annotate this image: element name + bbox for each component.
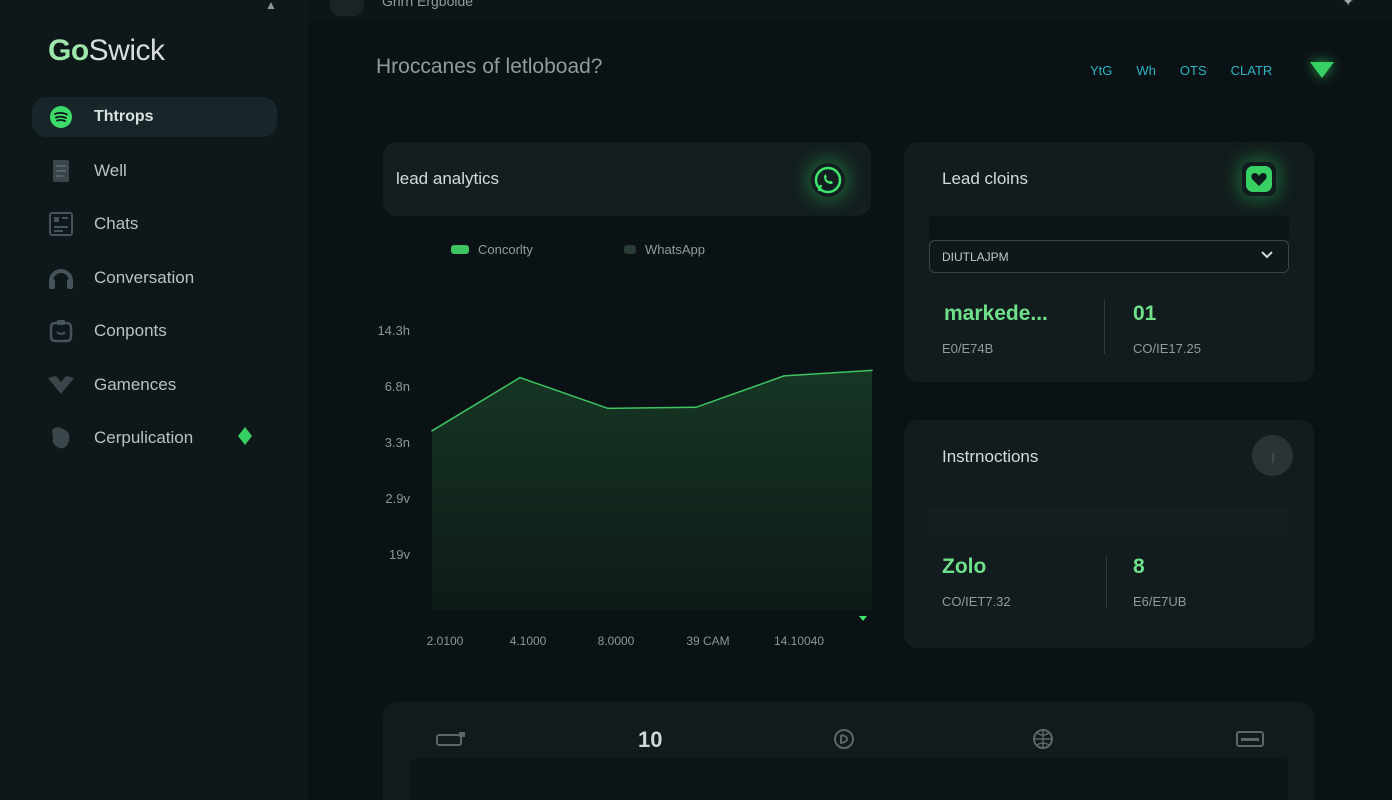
sidebar-item-cerpulication[interactable]: Cerpulication <box>32 418 277 458</box>
data-point[interactable] <box>519 376 521 379</box>
grid-chat-icon <box>46 209 76 239</box>
filter-ytg[interactable]: YtG <box>1090 63 1112 78</box>
bottom-toolbar-panel <box>383 702 1314 800</box>
series-area <box>432 370 872 610</box>
heart-badge-icon[interactable] <box>1242 162 1276 196</box>
sidebar-item-conversation[interactable]: Conversation <box>32 258 277 298</box>
legend-label: Concorlty <box>478 242 533 257</box>
sidebar-item-gamences[interactable]: Gamences <box>32 365 277 405</box>
instructions-bar <box>929 508 1289 536</box>
sidebar-item-label: Cerpulication <box>94 428 194 447</box>
y-tick-label: 19v <box>389 547 410 562</box>
chart-legend-item: Concorlty <box>451 242 533 257</box>
lead-clicks-stat2-value: 01 <box>1133 302 1157 325</box>
legend-swatch <box>451 245 469 254</box>
status-diamond-icon <box>238 426 253 450</box>
sidebar-item-chats[interactable]: Chats <box>32 204 277 244</box>
data-point[interactable] <box>607 407 609 410</box>
sidebar-item-label: Chats <box>94 214 139 233</box>
lead-clicks-bar <box>929 216 1289 240</box>
info-icon[interactable] <box>1252 435 1293 476</box>
sidebar-nav: Thtrops Well Chats Conversation Conponts <box>32 97 277 472</box>
dropdown-triangle-icon[interactable] <box>1302 57 1342 83</box>
top-bar: Gnrn Ergbolde ✦ <box>308 0 1392 22</box>
x-tick-label: 8.0000 <box>598 634 635 648</box>
sidebar-item-label: Well <box>94 160 127 180</box>
data-point[interactable] <box>431 430 433 432</box>
divider <box>1104 300 1105 354</box>
pin-icon: ▲ <box>265 0 277 12</box>
sidebar-item-well[interactable]: Well <box>32 151 277 191</box>
select-value: DIUTLAJPM <box>942 250 1009 264</box>
instructions-stat2-sub: E6/E7UB <box>1133 594 1187 609</box>
x-tick-label: 14.10040 <box>774 634 824 648</box>
x-tick-label: 2.0100 <box>427 634 464 648</box>
heart-icon <box>46 370 76 400</box>
lead-analytics-chart: 14.3h 6.8n 3.3n 2.9v 19v 2.0100 4.1000 8.0000 39… <box>370 310 890 650</box>
spotify-icon <box>46 102 76 132</box>
y-tick-label: 14.3h <box>377 323 410 338</box>
area-chart: 14.3h 6.8n 3.3n 2.9v 19v 2.0100 4.1000 8.0000 39… <box>377 323 873 648</box>
filter-bar: YtG Wh OTS CLATR <box>1090 57 1342 83</box>
sidebar-item-label: Conversation <box>94 267 195 287</box>
lead-analytics-title: lead analytics <box>396 169 500 188</box>
sidebar-item-thtrops[interactable]: Thtrops <box>32 97 277 137</box>
sidebar-item-label: Thtrops <box>94 108 154 125</box>
y-tick-label: 2.9v <box>385 491 410 506</box>
x-tick-label: 4.1000 <box>510 634 547 648</box>
chart-legend-item: WhatsApp <box>624 242 705 257</box>
lead-clicks-stat1-value: markede... <box>944 302 1048 325</box>
back-icon[interactable] <box>330 0 364 16</box>
whatsapp-icon[interactable] <box>811 163 845 197</box>
app-logo[interactable]: GoSwick <box>48 34 165 68</box>
lead-clicks-stat1-sub: E0/E74B <box>942 341 994 356</box>
scrub-marker-icon[interactable] <box>859 616 867 621</box>
sparkle-icon[interactable]: ✦ <box>1342 0 1354 10</box>
filter-ots[interactable]: OTS <box>1180 63 1207 78</box>
chevron-down-icon <box>1260 249 1274 263</box>
divider <box>1106 555 1107 609</box>
headset-icon <box>46 263 76 293</box>
bottom-count: 10 <box>638 727 663 752</box>
lead-clicks-stat2-sub: CO/IE17.25 <box>1133 341 1201 356</box>
legend-swatch <box>624 245 636 254</box>
instructions-stat1-value: Zolo <box>942 555 987 578</box>
data-point[interactable] <box>783 375 785 377</box>
lead-clicks-panel: Lead cloins DIUTLAJPM markede... E0/E74B… <box>904 142 1314 382</box>
sidebar-item-label: Conponts <box>94 321 167 340</box>
instructions-title: Instrnoctions <box>942 447 1039 466</box>
card-icon[interactable] <box>433 726 469 752</box>
puzzle-icon <box>46 423 76 453</box>
lead-analytics-header: lead analytics <box>383 142 871 216</box>
y-tick-label: 6.8n <box>385 379 410 394</box>
filter-wh[interactable]: Wh <box>1136 63 1156 78</box>
top-tab-label[interactable]: Gnrn Ergbolde <box>382 0 473 9</box>
y-tick-label: 3.3n <box>385 435 410 450</box>
data-point[interactable] <box>871 369 873 372</box>
instructions-stat1-sub: CO/IET7.32 <box>942 594 1011 609</box>
data-point[interactable] <box>695 406 697 409</box>
sidebar-item-label: Gamences <box>94 374 177 394</box>
legend-label: WhatsApp <box>645 242 705 257</box>
lead-clicks-select[interactable]: DIUTLAJPM <box>929 240 1289 273</box>
keyboard-icon[interactable] <box>1232 726 1268 752</box>
document-icon <box>46 156 76 186</box>
instructions-stat2-value: 8 <box>1133 555 1145 578</box>
filter-clatr[interactable]: CLATR <box>1231 63 1273 78</box>
component-box-icon <box>46 316 76 346</box>
x-tick-label: 39 CAM <box>686 634 729 648</box>
bottom-content-area <box>410 758 1288 800</box>
instructions-panel: Instrnoctions Zolo CO/IET7.32 8 E6/E7UB <box>904 420 1314 648</box>
sidebar-item-conponts[interactable]: Conponts <box>32 311 277 351</box>
sidebar: ▲ GoSwick Thtrops Well Chats Conversatio… <box>0 0 308 800</box>
lead-clicks-title: Lead cloins <box>942 169 1029 188</box>
globe-icon[interactable] <box>1025 726 1061 752</box>
refresh-icon[interactable] <box>826 726 862 752</box>
page-title: Hroccanes of letloboad? <box>376 55 603 78</box>
